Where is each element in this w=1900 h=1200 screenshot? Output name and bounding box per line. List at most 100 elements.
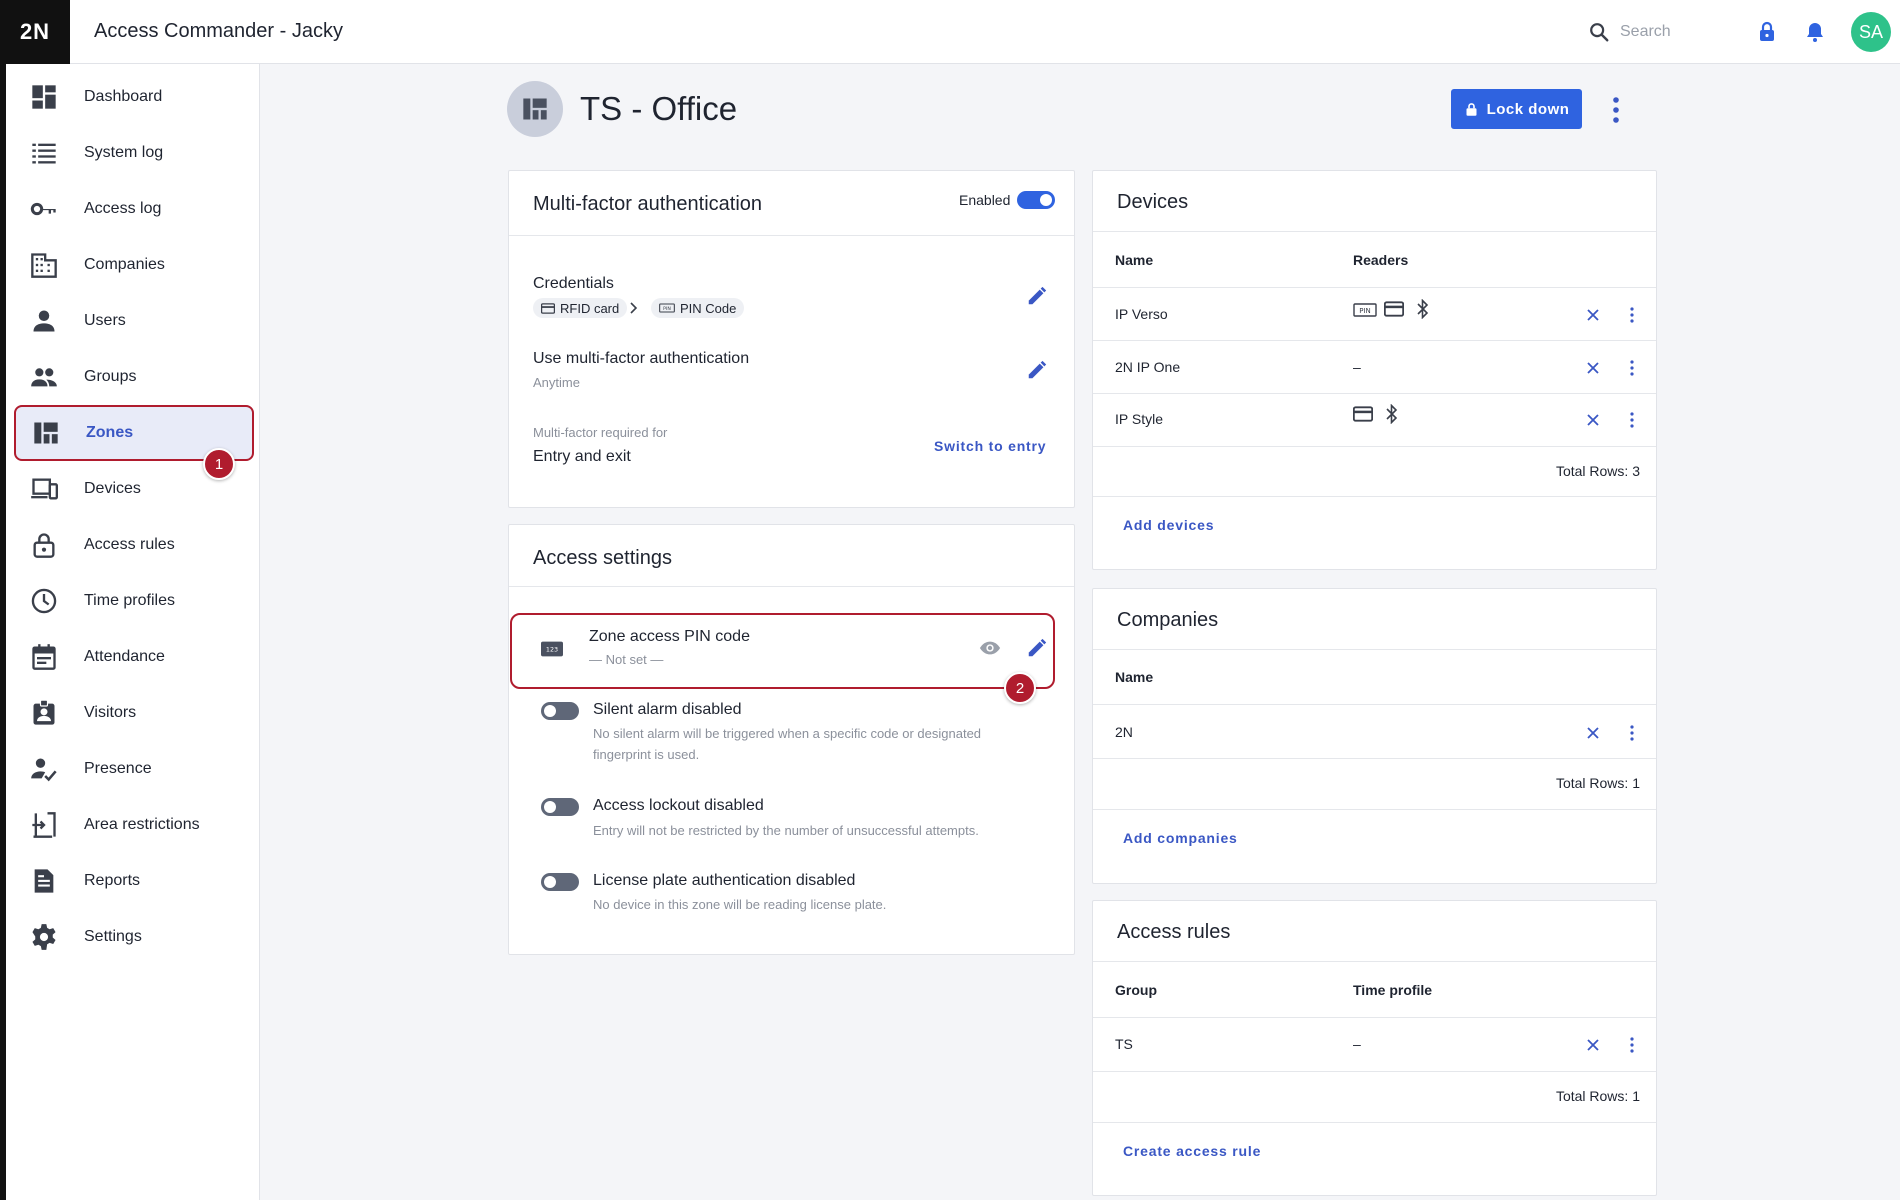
sidebar-item-label: Settings bbox=[84, 928, 142, 945]
area-icon bbox=[32, 812, 56, 838]
required-for-label: Multi-factor required for bbox=[533, 425, 668, 440]
row-menu-icon[interactable] bbox=[1629, 307, 1635, 323]
column-header-group[interactable]: Group bbox=[1115, 982, 1157, 998]
sidebar-item-label: Time profiles bbox=[84, 592, 175, 609]
sidebar-item-label: Access log bbox=[84, 200, 162, 217]
lock-down-label: Lock down bbox=[1486, 100, 1570, 118]
building-icon bbox=[31, 253, 57, 278]
access-settings-card: Access settings 123 Zone access PIN code… bbox=[508, 524, 1075, 955]
sidebar-item-area-restrictions[interactable]: Area restrictions bbox=[14, 800, 254, 850]
sidebar-item-access-log[interactable]: Access log bbox=[14, 184, 254, 234]
sidebar-item-label: Zones bbox=[86, 424, 134, 441]
divider bbox=[1093, 649, 1656, 650]
sidebar-item-time-profiles[interactable]: Time profiles bbox=[14, 576, 254, 626]
search-icon[interactable] bbox=[1588, 21, 1610, 43]
rule-group: TS bbox=[1115, 1036, 1133, 1052]
companies-card: Companies Name 2N Total Rows: 1 Add comp… bbox=[1092, 588, 1657, 884]
bluetooth-icon bbox=[1386, 404, 1398, 424]
edit-use-mfa-icon[interactable] bbox=[1026, 359, 1048, 381]
row-menu-icon[interactable] bbox=[1629, 360, 1635, 376]
divider bbox=[1093, 758, 1656, 759]
sidebar-item-label: Access rules bbox=[84, 536, 175, 553]
add-devices-link[interactable]: Add devices bbox=[1123, 517, 1214, 533]
column-header-name[interactable]: Name bbox=[1115, 669, 1153, 685]
column-header-time-profile[interactable]: Time profile bbox=[1353, 982, 1432, 998]
remove-icon[interactable] bbox=[1585, 307, 1601, 323]
sidebar-item-label: Groups bbox=[84, 368, 137, 385]
sidebar-item-dashboard[interactable]: Dashboard bbox=[14, 72, 254, 122]
sidebar: Dashboard System log Access log Companie… bbox=[0, 64, 260, 1200]
switch-to-entry-link[interactable]: Switch to entry bbox=[934, 438, 1046, 454]
remove-icon[interactable] bbox=[1585, 360, 1601, 376]
row-menu-icon[interactable] bbox=[1629, 1037, 1635, 1053]
sidebar-item-access-rules[interactable]: Access rules bbox=[14, 520, 254, 570]
credentials-label: Credentials bbox=[533, 275, 614, 292]
row-menu-icon[interactable] bbox=[1629, 412, 1635, 428]
svg-text:PIN: PIN bbox=[663, 306, 671, 312]
column-header-readers[interactable]: Readers bbox=[1353, 252, 1408, 268]
access-lockout-desc: Entry will not be restricted by the numb… bbox=[593, 823, 979, 838]
remove-icon[interactable] bbox=[1585, 412, 1601, 428]
bell-icon[interactable] bbox=[1803, 20, 1827, 44]
sidebar-item-settings[interactable]: Settings bbox=[14, 912, 254, 962]
devices-card: Devices Name Readers IP Verso PIN 2N IP … bbox=[1092, 170, 1657, 570]
sidebar-item-users[interactable]: Users bbox=[14, 296, 254, 346]
groups-icon bbox=[31, 368, 57, 387]
companies-title: Companies bbox=[1117, 609, 1219, 631]
chip-label: PIN Code bbox=[680, 300, 737, 316]
create-access-rule-link[interactable]: Create access rule bbox=[1123, 1143, 1261, 1159]
more-options-icon[interactable] bbox=[1604, 95, 1628, 125]
devices-icon bbox=[31, 478, 58, 500]
sidebar-item-reports[interactable]: Reports bbox=[14, 856, 254, 906]
sidebar-item-label: Visitors bbox=[84, 704, 137, 721]
column-header-name[interactable]: Name bbox=[1115, 252, 1153, 268]
silent-alarm-desc-2: fingerprint is used. bbox=[593, 747, 700, 762]
sidebar-item-label: Users bbox=[84, 312, 126, 329]
sidebar-item-presence[interactable]: Presence bbox=[14, 744, 254, 794]
chip-rfid-card: RFID card bbox=[533, 298, 628, 318]
sidebar-item-groups[interactable]: Groups bbox=[14, 352, 254, 402]
add-companies-link[interactable]: Add companies bbox=[1123, 830, 1238, 846]
use-mfa-value: Anytime bbox=[533, 375, 580, 390]
lock-icon[interactable] bbox=[1755, 20, 1779, 44]
pin-icon: PIN bbox=[659, 303, 675, 313]
search-input[interactable] bbox=[1620, 23, 1730, 41]
edit-credentials-icon[interactable] bbox=[1026, 285, 1048, 307]
user-icon bbox=[33, 310, 55, 332]
sidebar-item-system-log[interactable]: System log bbox=[14, 128, 254, 178]
sidebar-item-attendance[interactable]: Attendance bbox=[14, 632, 254, 682]
search-box[interactable] bbox=[1588, 18, 1738, 46]
sidebar-item-label: Attendance bbox=[84, 648, 165, 665]
license-plate-toggle[interactable] bbox=[541, 873, 579, 891]
chip-pin-code: PIN PIN Code bbox=[651, 298, 745, 318]
app-title: Access Commander - Jacky bbox=[94, 20, 343, 42]
divider bbox=[509, 235, 1074, 236]
divider bbox=[1093, 1122, 1656, 1123]
access-rules-title: Access rules bbox=[1117, 921, 1231, 943]
device-readers: – bbox=[1353, 359, 1361, 375]
remove-icon[interactable] bbox=[1585, 1037, 1601, 1053]
avatar[interactable]: SA bbox=[1851, 12, 1891, 52]
sidebar-item-label: Dashboard bbox=[84, 88, 163, 105]
zones-icon bbox=[523, 98, 547, 120]
sidebar-item-companies[interactable]: Companies bbox=[14, 240, 254, 290]
total-rows: Total Rows: 1 bbox=[1555, 1088, 1640, 1104]
divider bbox=[1093, 231, 1656, 232]
brand-logo[interactable]: 2N bbox=[0, 0, 70, 64]
silent-alarm-toggle[interactable] bbox=[541, 702, 579, 720]
divider bbox=[1093, 446, 1656, 447]
divider bbox=[1093, 340, 1656, 341]
lock-down-button[interactable]: Lock down bbox=[1451, 89, 1582, 129]
row-menu-icon[interactable] bbox=[1629, 725, 1635, 741]
chevron-right-icon bbox=[630, 302, 638, 314]
divider bbox=[1093, 961, 1656, 962]
access-lockout-toggle[interactable] bbox=[541, 798, 579, 816]
mfa-enabled-toggle[interactable] bbox=[1017, 191, 1055, 209]
sidebar-item-label: Reports bbox=[84, 872, 141, 889]
highlight-pin-code bbox=[510, 613, 1055, 689]
remove-icon[interactable] bbox=[1585, 725, 1601, 741]
visitor-badge-icon bbox=[33, 699, 55, 725]
divider bbox=[1093, 287, 1656, 288]
device-name: IP Verso bbox=[1115, 306, 1168, 322]
sidebar-item-visitors[interactable]: Visitors bbox=[14, 688, 254, 738]
